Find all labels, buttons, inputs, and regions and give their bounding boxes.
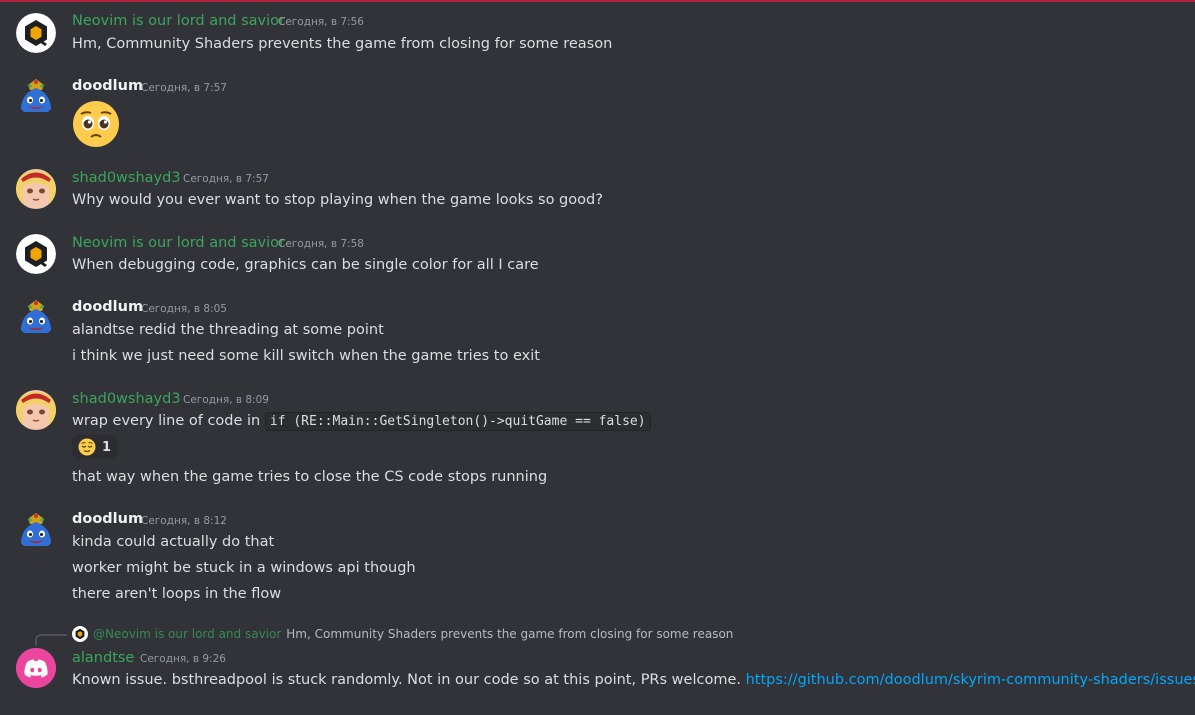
message-timestamp: Сегодня, в 7:57 — [183, 173, 269, 185]
message-text: kinda could actually do that — [72, 534, 275, 550]
message-text-body: Known issue. bsthreadpool is stuck rando… — [72, 672, 741, 688]
avatar-alandtse[interactable] — [16, 648, 56, 688]
message-timestamp: Сегодня, в 7:58 — [278, 238, 364, 250]
message-timestamp: Сегодня, в 8:09 — [183, 394, 269, 406]
author-name[interactable]: doodlum — [72, 509, 143, 529]
author-name[interactable]: shad0wshayd3 — [72, 168, 181, 188]
reply-connector — [35, 634, 67, 646]
author-name[interactable]: alandtse — [72, 648, 134, 668]
reply-mention[interactable]: @Neovim is our lord and savior — [93, 627, 281, 641]
message-text: When debugging code, graphics can be sin… — [72, 257, 539, 273]
avatar-neovim[interactable] — [16, 234, 56, 274]
author-name[interactable]: Neovim is our lord and savior — [72, 11, 285, 31]
author-name[interactable]: Neovim is our lord and savior — [72, 233, 285, 253]
avatar-neovim[interactable] — [16, 13, 56, 53]
author-name[interactable]: doodlum — [72, 297, 143, 317]
reply-preview[interactable]: @Neovim is our lord and savior Hm, Commu… — [72, 624, 733, 644]
message-text: alandtse redid the threading at some poi… — [72, 322, 384, 338]
message-timestamp: Сегодня, в 9:26 — [140, 653, 226, 665]
message-link[interactable]: https://github.com/doodlum/skyrim-commun… — [746, 672, 1195, 688]
reply-avatar-icon — [72, 626, 88, 642]
avatar-shad0wshayd3[interactable] — [16, 169, 56, 209]
avatar-doodlum[interactable] — [16, 510, 56, 550]
message-text-prefix: wrap every line of code in — [72, 413, 261, 429]
reaction-count: 1 — [102, 439, 112, 455]
message-timestamp: Сегодня, в 7:56 — [278, 16, 364, 28]
message-text: i think we just need some kill switch wh… — [72, 348, 540, 364]
pleading-face-icon — [72, 100, 120, 148]
message-timestamp: Сегодня, в 7:57 — [141, 82, 227, 94]
avatar-shad0wshayd3[interactable] — [16, 390, 56, 430]
author-name[interactable]: doodlum — [72, 76, 143, 96]
inline-code: if (RE::Main::GetSingleton()->quitGame =… — [264, 412, 651, 431]
message-text: wrap every line of code in if (RE::Main:… — [72, 410, 651, 433]
discord-icon — [16, 648, 56, 688]
new-messages-divider — [0, 0, 1195, 2]
reaction-button[interactable]: 1 — [72, 435, 118, 459]
reply-text[interactable]: Hm, Community Shaders prevents the game … — [286, 627, 733, 641]
avatar-doodlum[interactable] — [16, 76, 56, 116]
relieved-face-icon — [78, 438, 96, 456]
message-timestamp: Сегодня, в 8:05 — [141, 303, 227, 315]
chat-messages: Neovim is our lord and savior Сегодня, в… — [0, 0, 1195, 715]
author-name[interactable]: shad0wshayd3 — [72, 389, 181, 409]
message-timestamp: Сегодня, в 8:12 — [141, 515, 227, 527]
message-text: Hm, Community Shaders prevents the game … — [72, 36, 613, 52]
avatar-doodlum[interactable] — [16, 297, 56, 337]
message-text: there aren't loops in the flow — [72, 586, 282, 602]
message-text: worker might be stuck in a windows api t… — [72, 560, 416, 576]
message-text: Why would you ever want to stop playing … — [72, 192, 603, 208]
message-text: Known issue. bsthreadpool is stuck rando… — [72, 669, 1195, 691]
message-text: that way when the game tries to close th… — [72, 469, 548, 485]
